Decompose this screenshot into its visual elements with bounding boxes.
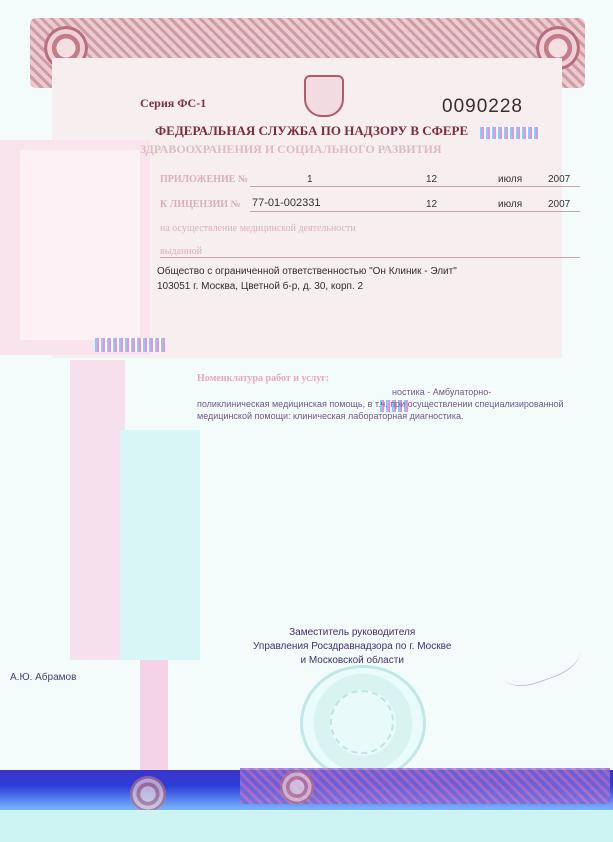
artifact-noise [480,127,540,139]
license-year: 2007 [548,199,571,210]
divider [250,186,580,187]
rosette-icon [130,776,166,812]
appendix-label: ПРИЛОЖЕНИЕ № [160,174,248,185]
signer-department: Управления Росздравнадзора по г. Москве [253,641,452,652]
rosette-icon [280,770,314,804]
artifact-stripe [140,660,168,770]
license-label: К ЛИЦЕНЗИИ № [160,199,241,210]
services-line: медицинской помощи: клиническая лаборато… [197,411,464,421]
license-number: 77-01-002331 [252,197,321,209]
services-label: Номенклатура работ и услуг: [197,373,330,384]
signature [495,627,585,694]
seal-emblem [330,690,394,754]
signer-name: А.Ю. Абрамов [10,672,77,683]
series-label: Серия ФС-1 [140,96,207,110]
artifact-noise [95,338,165,352]
page-subtitle: ЗДРАВООХРАНЕНИЯ И СОЦИАЛЬНОГО РАЗВИТИЯ [140,142,442,156]
certificate-number: 0090228 [442,96,523,117]
artifact-stripe [70,360,125,660]
divider [250,211,580,212]
organization-name: Общество с ограниченной ответственностью… [157,266,457,277]
issued-label: выданной [160,246,203,257]
organization-info: Общество с ограниченной ответственностью… [157,264,457,294]
appendix-year: 2007 [548,174,571,185]
services-line: ностика - Амбулаторно- [197,387,492,397]
page-title: ФЕДЕРАЛЬНАЯ СЛУЖБА ПО НАДЗОРУ В СФЕРЕ [155,123,469,138]
services-line: поликлиническая медицинская помощь, в т.… [197,399,564,409]
artifact-block [120,430,200,660]
organization-address: 103051 г. Москва, Цветной б-р, д. 30, ко… [157,281,364,292]
artifact-band [0,810,613,842]
coat-of-arms-icon [304,75,344,117]
appendix-month: июля [498,174,523,185]
license-day: 12 [426,199,438,210]
artifact-block [20,150,140,340]
signer-title: Заместитель руководителя [289,627,416,638]
activity-label: на осуществление медицинской деятельност… [160,223,356,234]
appendix-number: 1 [307,174,313,185]
services-text: ностика - Амбулаторно- поликлиническая м… [197,386,582,422]
signer-block: Заместитель руководителя Управления Росз… [253,626,451,668]
divider [160,257,580,258]
appendix-day: 12 [426,174,438,185]
license-month: июля [498,199,523,210]
